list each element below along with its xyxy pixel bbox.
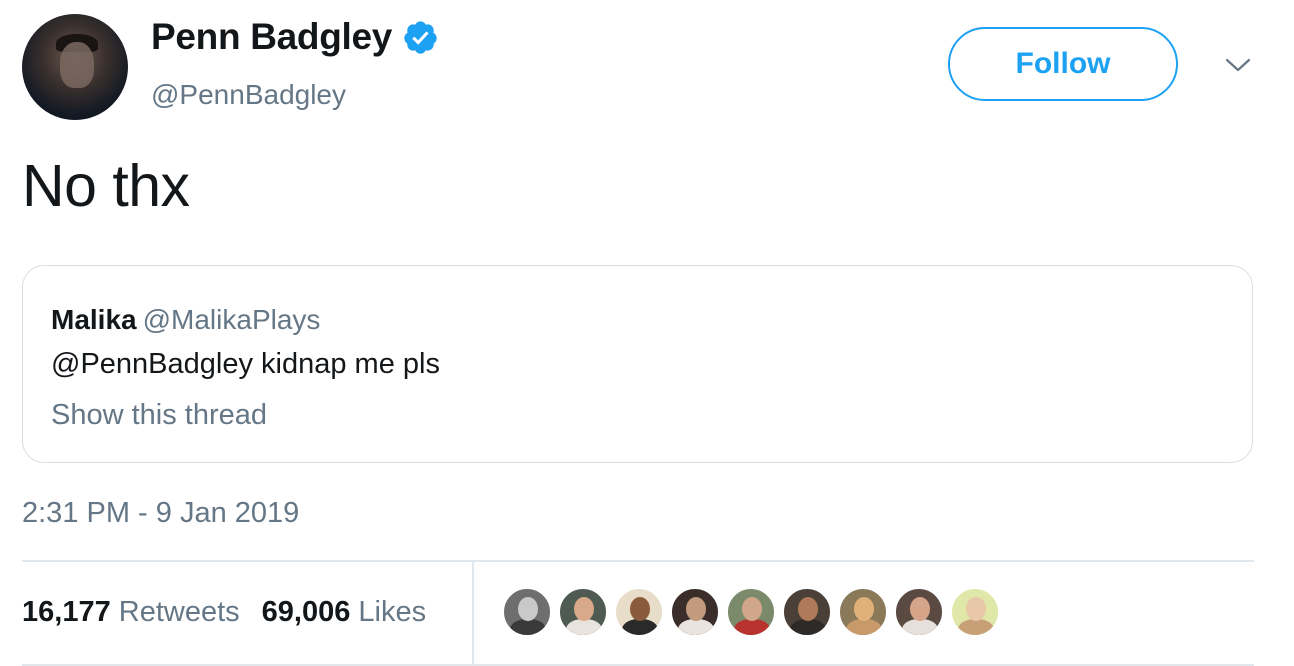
liker-avatar[interactable] (670, 587, 720, 637)
follow-button[interactable]: Follow (948, 27, 1178, 101)
liker-avatar-body (622, 619, 658, 635)
liker-avatar[interactable] (726, 587, 776, 637)
liker-avatar-head (686, 597, 706, 621)
divider (22, 560, 1254, 562)
quoted-author-handle[interactable]: @MalikaPlays (143, 304, 321, 335)
liker-avatar[interactable] (894, 587, 944, 637)
likes-stat[interactable]: 69,006 Likes (262, 596, 426, 629)
liker-avatar-body (790, 619, 826, 635)
show-thread-link[interactable]: Show this thread (51, 399, 267, 432)
liker-avatar-body (566, 619, 602, 635)
likes-label: Likes (358, 596, 427, 628)
liker-avatar-head (630, 597, 650, 621)
liker-avatar-body (510, 619, 546, 635)
likes-count: 69,006 (261, 596, 351, 628)
author-name-row[interactable]: Penn Badgley (151, 16, 439, 58)
liker-avatar-body (902, 619, 938, 635)
stats-divider (472, 562, 474, 664)
divider (22, 664, 1254, 666)
liker-avatar[interactable] (782, 587, 832, 637)
liker-avatar-body (734, 619, 770, 635)
retweets-count: 16,177 (22, 596, 111, 628)
verified-badge-icon (404, 20, 437, 54)
author-name[interactable]: Penn Badgley (151, 16, 392, 58)
tweet-text: No thx (22, 153, 190, 219)
liker-avatar-head (742, 597, 762, 621)
liker-avatar-head (910, 597, 930, 621)
author-avatar[interactable] (22, 14, 128, 120)
tweet-timestamp[interactable]: 2:31 PM - 9 Jan 2019 (22, 497, 299, 530)
quoted-author-name[interactable]: Malika (51, 304, 137, 335)
retweets-stat[interactable]: 16,177 Retweets (22, 596, 240, 629)
liker-avatar[interactable] (950, 587, 1000, 637)
liker-avatar-head (574, 597, 594, 621)
liker-avatar-head (798, 597, 818, 621)
author-handle[interactable]: @PennBadgley (151, 79, 346, 111)
liker-avatars (502, 587, 1000, 637)
quoted-tweet-card[interactable]: Malika @MalikaPlays @PennBadgley kidnap m… (22, 265, 1253, 463)
quoted-tweet-text: @PennBadgley kidnap me pls (51, 348, 440, 380)
liker-avatar[interactable] (838, 587, 888, 637)
liker-avatar-body (958, 619, 994, 635)
retweets-label: Retweets (118, 596, 240, 628)
tweet-stats: 16,177 Retweets 69,006 Likes (22, 596, 426, 629)
liker-avatar-body (846, 619, 882, 635)
liker-avatar-body (678, 619, 714, 635)
chevron-down-icon[interactable] (1224, 56, 1252, 74)
liker-avatar[interactable] (614, 587, 664, 637)
liker-avatar-head (518, 597, 538, 621)
liker-avatar[interactable] (558, 587, 608, 637)
quoted-author-row[interactable]: Malika @MalikaPlays (51, 304, 320, 336)
avatar-face (60, 42, 94, 88)
liker-avatar-head (854, 597, 874, 621)
liker-avatar-head (966, 597, 986, 621)
liker-avatar[interactable] (502, 587, 552, 637)
